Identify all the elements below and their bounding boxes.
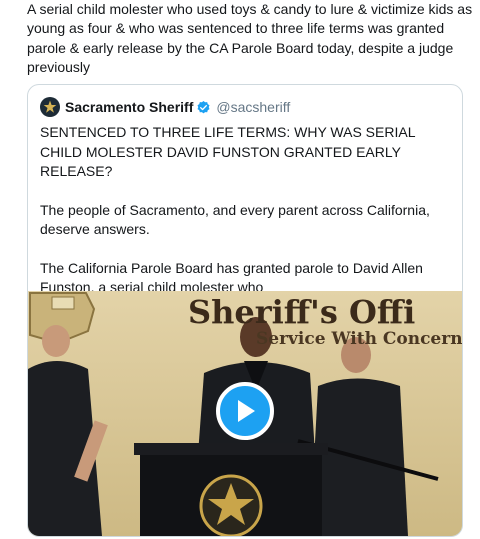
quoted-tweet-header: Sacramento Sheriff @sacsheriff — [40, 96, 290, 118]
video-player[interactable]: Sheriff's Offi Service With Concern — [28, 291, 462, 536]
quoted-author-handle[interactable]: @sacsheriff — [216, 99, 290, 115]
play-button[interactable] — [216, 382, 274, 440]
quoted-author-name[interactable]: Sacramento Sheriff — [65, 99, 193, 115]
quoted-paragraph: SENTENCED TO THREE LIFE TERMS: WHY WAS S… — [40, 124, 415, 179]
play-icon — [233, 398, 257, 424]
verified-badge-icon — [196, 100, 211, 115]
sheriff-star-icon[interactable] — [40, 97, 60, 117]
sign-subtitle: Service With Concern — [256, 329, 462, 349]
quoted-tweet-body: SENTENCED TO THREE LIFE TERMS: WHY WAS S… — [40, 123, 452, 317]
sign-title: Sheriff's Offi — [188, 293, 416, 331]
tweet-text: A serial child molester who used toys & … — [27, 1, 473, 76]
quoted-tweet-card[interactable]: Sacramento Sheriff @sacsheriff SENTENCED… — [27, 84, 463, 537]
podium — [134, 443, 328, 536]
quoted-paragraph: The people of Sacramento, and every pare… — [40, 201, 430, 238]
